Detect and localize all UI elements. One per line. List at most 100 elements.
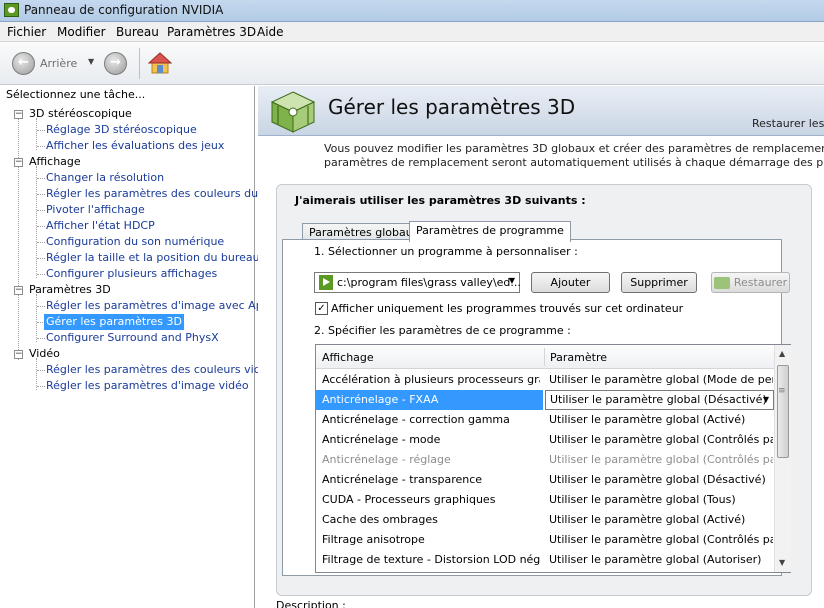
column-header-parametre[interactable]: Paramètre (550, 351, 607, 364)
scroll-up-icon[interactable]: ▲ (779, 349, 785, 358)
feature-value: Utiliser le paramètre global (Désactivé) (550, 393, 767, 406)
tree-item-image-video[interactable]: Régler les paramètres d'image vidéo (46, 378, 249, 394)
tree-item-image-apercu[interactable]: Régler les paramètres d'image avec Aperç… (46, 298, 287, 314)
nvidia-app-icon (4, 3, 19, 17)
tree-item-taille-position-bureau[interactable]: Régler la taille et la position du burea… (46, 250, 260, 266)
settings-table: Affichage Paramètre Accélération à plusi… (315, 344, 791, 573)
feature-name: Filtrage anisotrope (322, 533, 425, 546)
table-header: Affichage Paramètre (316, 345, 774, 369)
tree-item-plusieurs-affichages[interactable]: Configurer plusieurs affichages (46, 266, 217, 282)
collapse-affichage-icon[interactable]: − (14, 158, 23, 167)
show-installed-checkbox[interactable]: ✓ (315, 302, 328, 315)
restore-program-label: Restaurer (733, 276, 788, 289)
menu-bar: Fichier Modifier Bureau Paramètres 3D Ai… (0, 22, 824, 42)
feature-value: Utiliser le paramètre global (Mode de pe… (549, 373, 773, 386)
menu-parametres-3d[interactable]: Paramètres 3D (167, 25, 256, 39)
tree-item-reglage-3d-stereo[interactable]: Réglage 3D stéréoscopique (46, 122, 197, 138)
tree-line (36, 166, 37, 278)
scroll-down-icon[interactable]: ▼ (779, 558, 785, 567)
step1-label: 1. Sélectionner un programme à personnal… (314, 245, 578, 258)
tab-parametres-programme[interactable]: Paramètres de programme (409, 221, 571, 242)
program-select-value: c:\program files\grass valley\ed... (337, 276, 521, 289)
table-row[interactable]: Filtrage anisotrope Utiliser le paramètre… (316, 530, 774, 550)
tree-category-3d-stereo[interactable]: 3D stéréoscopique (29, 106, 132, 122)
tree-item-couleurs-video[interactable]: Régler les paramètres des couleurs vidéo (46, 362, 274, 378)
tree-item-evaluations-jeux[interactable]: Afficher les évaluations des jeux (46, 138, 224, 154)
restore-defaults-link[interactable]: Restaurer les (752, 117, 824, 130)
feature-name: Accélération à plusieurs processeurs gra… (322, 373, 540, 386)
remove-program-button[interactable]: Supprimer (621, 272, 697, 293)
feature-value: Utiliser le paramètre global (Activé) (549, 413, 746, 426)
table-row[interactable]: Cache des ombrages Utiliser le paramètre … (316, 510, 774, 530)
feature-value: Utiliser le paramètre global (Contrôlés … (549, 453, 773, 466)
nvidia-logo-icon (713, 277, 730, 289)
restore-program-button[interactable]: Restaurer (711, 272, 790, 293)
history-dropdown-icon[interactable]: ▼ (88, 57, 94, 66)
table-row-disabled: Anticrénelage - réglage Utiliser le param… (316, 450, 774, 470)
program-select[interactable]: c:\program files\grass valley\ed... ▼ (314, 272, 521, 293)
menu-modifier[interactable]: Modifier (57, 25, 106, 39)
feature-value-dropdown[interactable]: Utiliser le paramètre global (Désactivé)… (545, 390, 774, 410)
tree-item-gerer-parametres-3d[interactable]: Gérer les paramètres 3D (44, 314, 184, 330)
tree-item-son-numerique[interactable]: Configuration du son numérique (46, 234, 224, 250)
feature-name: Anticrénelage - correction gamma (322, 413, 510, 426)
feature-value: Utiliser le paramètre global (Activé) (549, 513, 746, 526)
table-scrollbar[interactable]: ▲ ≡ ▼ (774, 345, 791, 572)
tree-line (18, 118, 19, 360)
table-row[interactable]: Filtrage de texture - Distorsion LOD nég… (316, 550, 774, 570)
toolbar-separator (139, 48, 140, 79)
feature-value: Utiliser le paramètre global (Autoriser) (549, 553, 762, 566)
home-icon[interactable] (148, 52, 172, 74)
tree-category-parametres-3d[interactable]: Paramètres 3D (29, 282, 111, 298)
tree-category-video[interactable]: Vidéo (29, 346, 60, 362)
page-banner: Gérer les paramètres 3D Restaurer les (258, 86, 824, 136)
chevron-down-icon: ▼ (762, 395, 769, 404)
group-title: J'aimerais utiliser les paramètres 3D su… (295, 194, 586, 207)
task-tree-pane: Sélectionnez une tâche... − 3D stéréosco… (0, 86, 287, 608)
add-program-button[interactable]: Ajouter (531, 272, 610, 293)
chevron-down-icon: ▼ (508, 276, 515, 285)
3d-cube-icon (270, 91, 316, 133)
collapse-3d-stereo-icon[interactable]: − (14, 110, 23, 119)
feature-value: Utiliser le paramètre global (Contrôlés … (549, 433, 773, 446)
menu-bureau[interactable]: Bureau (116, 25, 159, 39)
program-play-icon (319, 275, 333, 290)
table-row-selected[interactable]: Anticrénelage - FXAA Utiliser le paramètr… (316, 390, 774, 410)
scrollbar-thumb[interactable] (777, 365, 789, 458)
intro-text: Vous pouvez modifier les paramètres 3D g… (324, 142, 824, 170)
tree-item-couleurs-bureau[interactable]: Régler les paramètres des couleurs du bu… (46, 186, 287, 202)
page-title: Gérer les paramètres 3D (328, 95, 576, 119)
tree-category-affichage[interactable]: Affichage (29, 154, 81, 170)
forward-arrow-icon[interactable]: → (104, 52, 127, 75)
tree-item-pivoter-affichage[interactable]: Pivoter l'affichage (46, 202, 145, 218)
table-row[interactable]: Anticrénelage - transparence Utiliser le … (316, 470, 774, 490)
intro-line-1: Vous pouvez modifier les paramètres 3D g… (324, 142, 824, 155)
tree-item-changer-resolution[interactable]: Changer la résolution (46, 170, 164, 186)
feature-name: CUDA - Processeurs graphiques (322, 493, 496, 506)
tree-line (36, 294, 37, 342)
table-row[interactable]: Anticrénelage - mode Utiliser le paramètr… (316, 430, 774, 450)
tree-item-etat-hdcp[interactable]: Afficher l'état HDCP (46, 218, 155, 234)
collapse-parametres-3d-icon[interactable]: − (14, 286, 23, 295)
content-pane: Gérer les paramètres 3D Restaurer les Vo… (258, 86, 824, 608)
toolbar: ← Arrière ▼ → (0, 42, 824, 85)
feature-name: Anticrénelage - transparence (322, 473, 483, 486)
back-button-label[interactable]: Arrière (40, 57, 77, 70)
back-arrow-icon[interactable]: ← (12, 52, 35, 75)
feature-value: Utiliser le paramètre global (Désactivé) (549, 473, 766, 486)
table-row[interactable]: CUDA - Processeurs graphiques Utiliser le… (316, 490, 774, 510)
table-row[interactable]: Anticrénelage - correction gamma Utiliser… (316, 410, 774, 430)
description-label: Description : (276, 599, 346, 608)
feature-name: Anticrénelage - mode (322, 433, 441, 446)
menu-aide[interactable]: Aide (257, 25, 284, 39)
window-title: Panneau de configuration NVIDIA (24, 3, 224, 17)
title-bar: Panneau de configuration NVIDIA (0, 0, 824, 22)
collapse-video-icon[interactable]: − (14, 350, 23, 359)
tree-item-surround-physx[interactable]: Configurer Surround and PhysX (46, 330, 219, 346)
column-header-affichage[interactable]: Affichage (322, 351, 374, 364)
menu-fichier[interactable]: Fichier (7, 25, 46, 39)
table-row[interactable]: Accélération à plusieurs processeurs gra… (316, 370, 774, 390)
task-pane-title: Sélectionnez une tâche... (6, 88, 146, 101)
show-installed-label: Afficher uniquement les programmes trouv… (331, 302, 684, 315)
feature-value: Utiliser le paramètre global (Contrôlés … (549, 533, 773, 546)
